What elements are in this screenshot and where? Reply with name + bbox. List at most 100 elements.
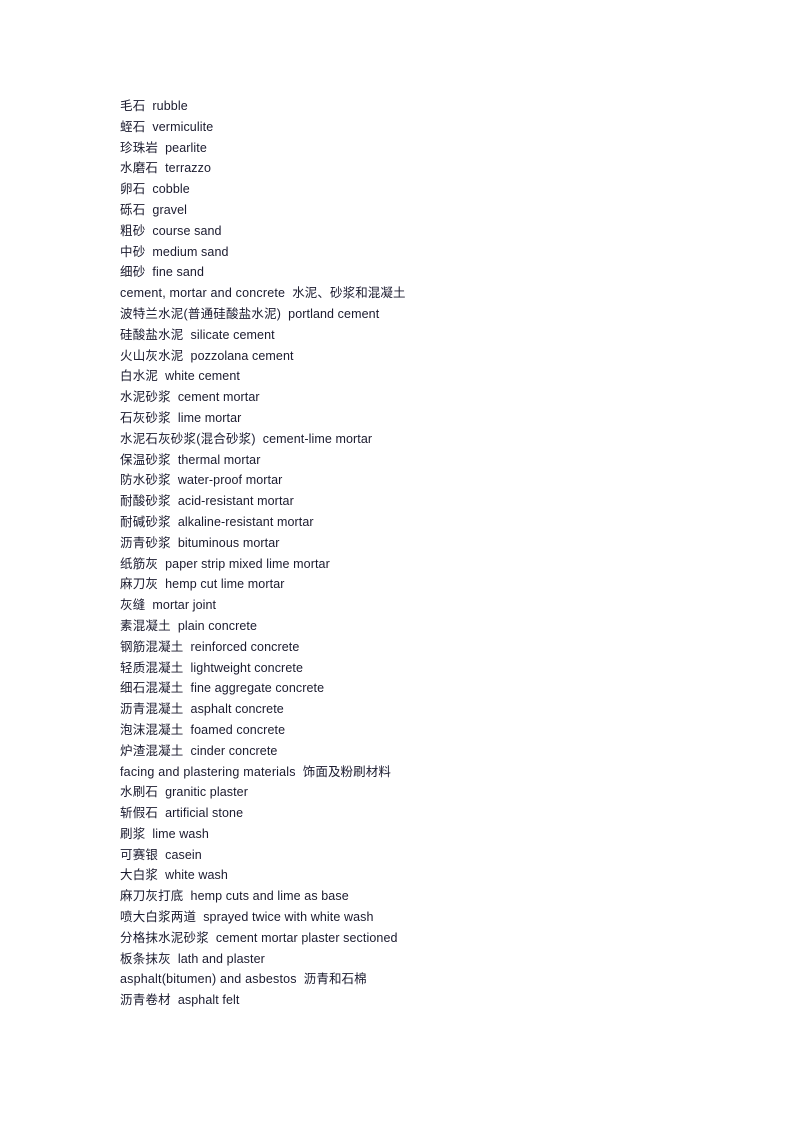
entry-term: 耐碱砂浆 [120, 514, 171, 529]
entry-term: 轻质混凝土 [120, 660, 184, 675]
glossary-entry: 珍珠岩 pearlite [120, 138, 680, 159]
entry-translation: casein [165, 847, 202, 862]
entry-term: 砾石 [120, 202, 146, 217]
entry-translation: terrazzo [165, 161, 212, 176]
entry-term: 石灰砂浆 [120, 410, 171, 425]
entry-translation: sprayed twice with white wash [203, 910, 374, 925]
entry-term: 分格抹水泥砂浆 [120, 930, 209, 945]
glossary-entry: facing and plastering materials 饰面及粉刷材料 [120, 762, 680, 783]
glossary-entry: 毛石 rubble [120, 96, 680, 117]
entry-term: 硅酸盐水泥 [120, 327, 184, 342]
glossary-entry: 分格抹水泥砂浆 cement mortar plaster sectioned [120, 928, 680, 949]
entry-term: 炉渣混凝土 [120, 743, 184, 758]
entry-translation: plain concrete [177, 618, 258, 633]
glossary-entry: cement, mortar and concrete 水泥、砂浆和混凝土 [120, 283, 680, 304]
glossary-entry: 水泥石灰砂浆(混合砂浆) cement-lime mortar [120, 429, 680, 450]
entry-translation: cinder concrete [190, 743, 278, 758]
entry-term: 水磨石 [120, 161, 159, 176]
entry-term: 斩假石 [120, 806, 159, 821]
entry-translation: artificial stone [165, 806, 244, 821]
glossary-entry: 沥青砂浆 bituminous mortar [120, 533, 680, 554]
entry-term: 可赛银 [120, 847, 159, 862]
glossary-entry: 细石混凝土 fine aggregate concrete [120, 678, 680, 699]
entry-translation: lime mortar [177, 410, 242, 425]
entry-translation: white wash [165, 868, 228, 883]
glossary-entry: 波特兰水泥(普通硅酸盐水泥) portland cement [120, 304, 680, 325]
glossary-entry: 石灰砂浆 lime mortar [120, 408, 680, 429]
glossary-entry: 火山灰水泥 pozzolana cement [120, 346, 680, 367]
entry-term: asphalt(bitumen) and asbestos [120, 972, 297, 987]
glossary-entry: 喷大白浆两道 sprayed twice with white wash [120, 907, 680, 928]
glossary-entry: 硅酸盐水泥 silicate cement [120, 325, 680, 346]
entry-term: 细砂 [120, 265, 146, 280]
entry-translation: portland cement [288, 306, 380, 321]
entry-translation: lightweight concrete [190, 660, 303, 675]
glossary-entry: 麻刀灰打底 hemp cuts and lime as base [120, 886, 680, 907]
glossary-entry: 细砂 fine sand [120, 262, 680, 283]
entry-translation: water-proof mortar [177, 473, 283, 488]
glossary-entry: asphalt(bitumen) and asbestos 沥青和石棉 [120, 969, 680, 990]
entry-translation: hemp cuts and lime as base [190, 889, 349, 904]
entry-term: 素混凝土 [120, 618, 171, 633]
entry-translation: cement mortar plaster sectioned [215, 930, 398, 945]
entry-term: 水刷石 [120, 785, 159, 800]
glossary-entry: 轻质混凝土 lightweight concrete [120, 658, 680, 679]
entry-term: 毛石 [120, 99, 146, 113]
glossary-entry: 砾石 gravel [120, 200, 680, 221]
entry-translation: granitic plaster [165, 785, 248, 800]
entry-translation: paper strip mixed lime mortar [165, 556, 330, 571]
entry-term: 波特兰水泥(普通硅酸盐水泥) [120, 306, 282, 321]
entry-translation: bituminous mortar [177, 535, 280, 550]
entry-term: 细石混凝土 [120, 681, 184, 696]
entry-translation: thermal mortar [177, 452, 261, 467]
glossary-entry: 泡沫混凝土 foamed concrete [120, 720, 680, 741]
entry-term: 耐酸砂浆 [120, 494, 171, 509]
entry-term: 刷浆 [120, 826, 146, 841]
entry-translation: pearlite [165, 140, 207, 155]
glossary-entry: 耐碱砂浆 alkaline-resistant mortar [120, 512, 680, 533]
glossary-entry: 素混凝土 plain concrete [120, 616, 680, 637]
glossary-entry: 保温砂浆 thermal mortar [120, 450, 680, 471]
entry-term: 泡沫混凝土 [120, 722, 184, 737]
glossary-entry: 刷浆 lime wash [120, 824, 680, 845]
glossary-entry: 沥青混凝土 asphalt concrete [120, 699, 680, 720]
glossary-entry: 水磨石 terrazzo [120, 158, 680, 179]
entry-term: 水泥石灰砂浆(混合砂浆) [120, 431, 256, 446]
glossary-entry: 蛭石 vermiculite [120, 117, 680, 138]
entry-translation: white cement [165, 369, 240, 384]
entry-translation: cement mortar [177, 390, 260, 405]
entry-term: cement, mortar and concrete [120, 286, 286, 301]
glossary-entry: 防水砂浆 water-proof mortar [120, 470, 680, 491]
entry-translation: lath and plaster [177, 951, 265, 966]
entry-translation: silicate cement [190, 327, 275, 342]
glossary-entry: 板条抹灰 lath and plaster [120, 949, 680, 970]
entry-term: 粗砂 [120, 223, 146, 238]
entry-term: 钢筋混凝土 [120, 639, 184, 654]
entry-translation: fine sand [152, 265, 205, 280]
entry-translation: gravel [152, 202, 188, 217]
entry-translation: asphalt concrete [190, 702, 284, 717]
glossary-entry: 可赛银 casein [120, 845, 680, 866]
entry-term: 板条抹灰 [120, 951, 171, 966]
glossary-entry: 水刷石 granitic plaster [120, 782, 680, 803]
entry-term: 珍珠岩 [120, 140, 159, 155]
entry-term: 沥青混凝土 [120, 702, 184, 717]
entry-term: 灰缝 [120, 598, 146, 613]
entry-translation: 沥青和石棉 [303, 972, 367, 987]
entry-translation: asphalt felt [177, 993, 240, 1008]
entry-term: 卵石 [120, 182, 146, 197]
entry-translation: 水泥、砂浆和混凝土 [292, 286, 406, 301]
document-page: 毛石 rubble 蛭石 vermiculite 珍珠岩 pearlite 水磨石 terra… [0, 0, 794, 1123]
entry-translation: course sand [152, 223, 222, 238]
entry-translation: hemp cut lime mortar [165, 577, 285, 592]
entry-translation: rubble [152, 99, 188, 113]
glossary-entry: 钢筋混凝土 reinforced concrete [120, 637, 680, 658]
entry-translation: pozzolana cement [190, 348, 294, 363]
entry-term: 蛭石 [120, 119, 146, 134]
entry-term: 麻刀灰打底 [120, 889, 184, 904]
entry-term: 保温砂浆 [120, 452, 171, 467]
glossary-entry: 麻刀灰 hemp cut lime mortar [120, 574, 680, 595]
entry-term: 火山灰水泥 [120, 348, 184, 363]
glossary-entry: 中砂 medium sand [120, 242, 680, 263]
glossary-entry: 白水泥 white cement [120, 366, 680, 387]
